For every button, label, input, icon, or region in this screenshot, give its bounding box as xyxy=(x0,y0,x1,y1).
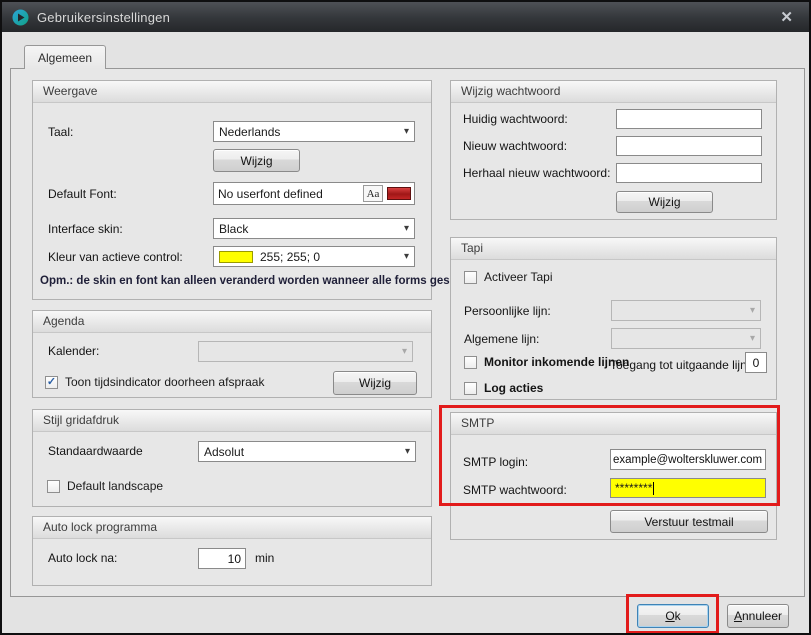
taal-label: Taal: xyxy=(48,125,73,139)
dialog-gebruikersinstellingen: Gebruikersinstellingen ✕ Algemeen Weerga… xyxy=(0,0,811,635)
kalender-select: ▾ xyxy=(198,341,413,362)
monitor-inkomende-checkbox[interactable]: Monitor inkomende lijnen xyxy=(464,355,629,369)
default-font-label: Default Font: xyxy=(48,187,117,201)
nieuw-wachtwoord-input[interactable] xyxy=(616,136,762,156)
interface-skin-label: Interface skin: xyxy=(48,222,123,236)
chevron-down-icon: ▾ xyxy=(402,347,407,357)
toon-tijdsindicator-checkbox[interactable]: ✓ Toon tijdsindicator doorheen afspraak xyxy=(45,375,264,389)
title-bar[interactable]: Gebruikersinstellingen ✕ xyxy=(2,2,809,32)
smtp-wachtwoord-label: SMTP wachtwoord: xyxy=(463,483,567,497)
toegang-uitgaande-label: Toegang tot uitgaande lijn xyxy=(610,358,747,372)
activeer-tapi-label: Activeer Tapi xyxy=(484,270,552,284)
log-acties-label: Log acties xyxy=(484,381,543,395)
skin-font-note: Opm.: de skin en font kan alleen verande… xyxy=(40,275,477,287)
taal-selected-value: Nederlands xyxy=(219,125,280,139)
huidig-wachtwoord-input[interactable] xyxy=(616,109,762,129)
persoonlijke-lijn-label: Persoonlijke lijn: xyxy=(464,304,551,318)
group-wijzig-wachtwoord: Wijzig wachtwoord Huidig wachtwoord: Nie… xyxy=(450,80,777,220)
group-weergave-title: Weergave xyxy=(33,81,431,103)
kalender-label: Kalender: xyxy=(48,344,99,358)
group-agenda: Agenda Kalender: ▾ ✓ Toon tijdsindicator… xyxy=(32,310,432,398)
group-stijl-gridafdruk: Stijl gridafdruk Standaardwaarde Adsolut… xyxy=(32,409,432,507)
chevron-down-icon: ▾ xyxy=(750,334,755,344)
text-cursor xyxy=(653,482,654,495)
annuleer-button[interactable]: Annuleer xyxy=(727,604,789,628)
algemene-lijn-select: ▾ xyxy=(611,328,761,349)
chevron-down-icon: ▾ xyxy=(750,306,755,316)
chevron-down-icon: ▾ xyxy=(404,224,409,234)
app-icon xyxy=(12,9,29,26)
default-font-field[interactable]: No userfont defined Aa xyxy=(213,182,415,205)
standaardwaarde-select[interactable]: Adsolut ▾ xyxy=(198,441,416,462)
auto-lock-input[interactable] xyxy=(198,548,246,569)
interface-skin-selected-value: Black xyxy=(219,222,248,236)
chevron-down-icon: ▾ xyxy=(405,447,410,457)
window-title: Gebruikersinstellingen xyxy=(37,10,170,25)
nieuw-wachtwoord-label: Nieuw wachtwoord: xyxy=(463,139,567,153)
tab-algemeen[interactable]: Algemeen xyxy=(24,45,106,69)
checkbox-checked-icon: ✓ xyxy=(45,376,58,389)
herhaal-wachtwoord-label: Herhaal nieuw wachtwoord: xyxy=(463,166,610,180)
group-stijl-title: Stijl gridafdruk xyxy=(33,410,431,432)
weergave-wijzig-button[interactable]: Wijzig xyxy=(213,149,300,172)
toegang-uitgaande-input[interactable] xyxy=(745,352,767,373)
chevron-down-icon: ▾ xyxy=(404,252,409,262)
standaardwaarde-selected-value: Adsolut xyxy=(204,445,244,459)
ok-button[interactable]: Ok xyxy=(637,604,709,628)
herhaal-wachtwoord-input[interactable] xyxy=(616,163,762,183)
kleur-label: Kleur van actieve control: xyxy=(48,250,183,264)
font-picker-icon[interactable]: Aa xyxy=(363,185,383,202)
auto-lock-unit: min xyxy=(255,551,274,565)
kleur-selected-value: 255; 255; 0 xyxy=(260,250,320,264)
default-landscape-label: Default landscape xyxy=(67,479,163,493)
smtp-wachtwoord-value: ******** xyxy=(615,481,652,495)
agenda-wijzig-button[interactable]: Wijzig xyxy=(333,371,417,395)
default-font-value: No userfont defined xyxy=(218,187,363,201)
interface-skin-select[interactable]: Black ▾ xyxy=(213,218,415,239)
persoonlijke-lijn-select: ▾ xyxy=(611,300,761,321)
group-weergave: Weergave Taal: Nederlands ▾ Wijzig Defau… xyxy=(32,80,432,300)
checkbox-unchecked-icon xyxy=(464,356,477,369)
default-landscape-checkbox[interactable]: Default landscape xyxy=(47,479,163,493)
font-color-swatch[interactable] xyxy=(387,187,411,200)
checkbox-unchecked-icon xyxy=(464,271,477,284)
checkbox-unchecked-icon xyxy=(47,480,60,493)
wachtwoord-wijzig-button[interactable]: Wijzig xyxy=(616,191,713,213)
toon-tijdsindicator-label: Toon tijdsindicator doorheen afspraak xyxy=(65,375,264,389)
chevron-down-icon: ▾ xyxy=(404,127,409,137)
kleur-select[interactable]: 255; 255; 0 ▾ xyxy=(213,246,415,267)
checkbox-unchecked-icon xyxy=(464,382,477,395)
log-acties-checkbox[interactable]: Log acties xyxy=(464,381,543,395)
standaardwaarde-label: Standaardwaarde xyxy=(48,444,143,458)
group-auto-lock: Auto lock programma Auto lock na: min xyxy=(32,516,432,586)
group-wachtwoord-title: Wijzig wachtwoord xyxy=(451,81,776,103)
smtp-login-input[interactable] xyxy=(610,449,766,470)
huidig-wachtwoord-label: Huidig wachtwoord: xyxy=(463,112,568,126)
algemene-lijn-label: Algemene lijn: xyxy=(464,332,539,346)
activeer-tapi-checkbox[interactable]: Activeer Tapi xyxy=(464,270,552,284)
monitor-inkomende-label: Monitor inkomende lijnen xyxy=(484,355,629,369)
verstuur-testmail-button[interactable]: Verstuur testmail xyxy=(610,510,768,533)
active-color-swatch xyxy=(219,251,253,263)
auto-lock-label: Auto lock na: xyxy=(48,551,117,565)
taal-select[interactable]: Nederlands ▾ xyxy=(213,121,415,142)
group-auto-lock-title: Auto lock programma xyxy=(33,517,431,539)
smtp-login-label: SMTP login: xyxy=(463,455,528,469)
smtp-wachtwoord-input[interactable]: ******** xyxy=(610,478,766,498)
group-smtp: SMTP SMTP login: SMTP wachtwoord: ******… xyxy=(450,412,777,540)
group-tapi-title: Tapi xyxy=(451,238,776,260)
group-smtp-title: SMTP xyxy=(451,413,776,435)
close-icon[interactable]: ✕ xyxy=(774,8,799,26)
group-tapi: Tapi Activeer Tapi Persoonlijke lijn: ▾ … xyxy=(450,237,777,400)
group-agenda-title: Agenda xyxy=(33,311,431,333)
